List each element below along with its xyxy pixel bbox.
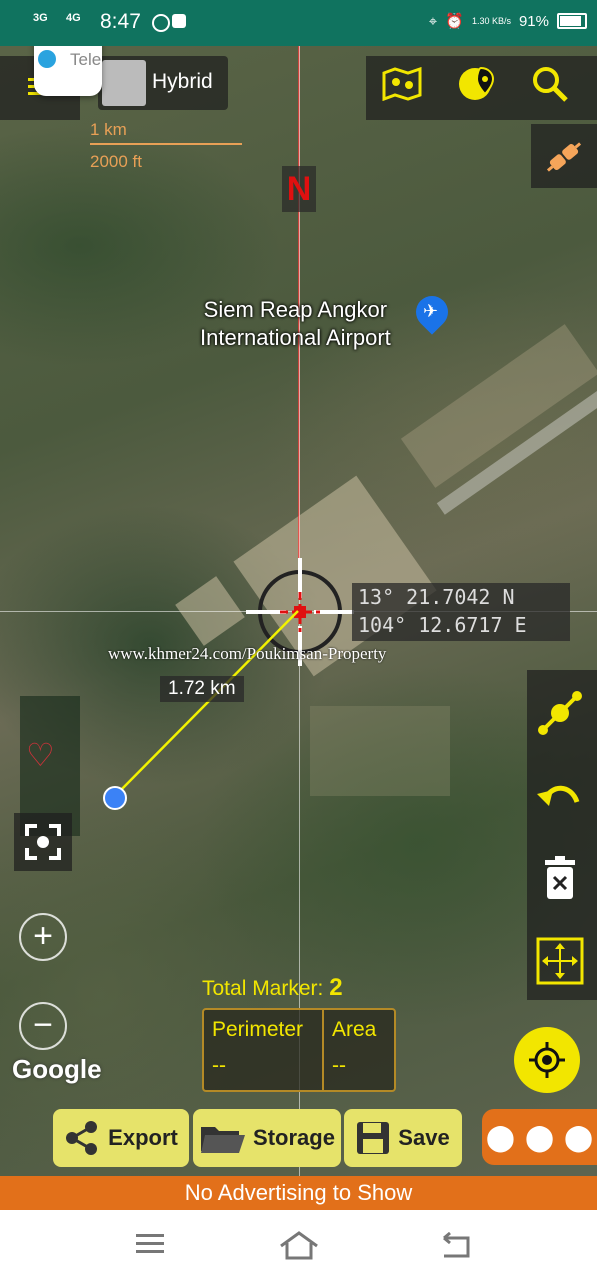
fit-screen-icon[interactable] — [533, 934, 587, 988]
bottom-toolbar: Export Storage Save ⬤ ⬤ ⬤ — [0, 1109, 597, 1169]
my-location-icon — [529, 1042, 565, 1078]
coords-display: 13° 21.7042 N 104° 12.6717 E — [352, 583, 570, 641]
latitude: 13° 21.7042 N — [358, 585, 515, 609]
storage-button[interactable]: Storage — [193, 1109, 341, 1167]
distance-label: 1.72 km — [160, 676, 244, 702]
marker-pin-icon: ⬤ — [485, 1121, 515, 1152]
ad-banner: No Advertising to Show — [0, 1176, 597, 1210]
zoom-in-button[interactable]: + — [19, 913, 67, 961]
total-marker: Total Marker: 2 — [202, 974, 343, 1002]
zoom-out-button[interactable]: − — [19, 1002, 67, 1050]
marker-pin-icon: ⬤ — [524, 1121, 555, 1152]
area-value: -- — [332, 1054, 346, 1077]
marker-point[interactable] — [103, 786, 127, 810]
status-right: ⌖ ⏰ 1.30 KB/s 91% — [429, 12, 587, 30]
markers-button[interactable]: ⬤ ⬤ ⬤ — [482, 1109, 597, 1165]
watermark: www.khmer24.com/Poukimsan-Property — [108, 644, 387, 663]
total-marker-value: 2 — [329, 974, 343, 1001]
connect-button[interactable] — [531, 124, 597, 188]
recent-apps-icon[interactable] — [136, 1234, 164, 1237]
battery-text: 91% — [518, 12, 549, 30]
notification-bubble[interactable]: Tele — [34, 46, 102, 96]
save-button[interactable]: Save — [344, 1109, 462, 1167]
screenshot-button[interactable] — [14, 813, 72, 871]
alarm-icon: ⏰ — [445, 13, 464, 30]
telegram-status-icon — [152, 14, 170, 32]
facebook-status-icon — [172, 14, 186, 28]
delete-icon[interactable] — [533, 851, 587, 905]
map-view[interactable]: N Siem Reap Angkor International Airport… — [0, 46, 597, 1176]
area-label: Area — [332, 1018, 377, 1041]
export-label: Export — [108, 1125, 178, 1150]
perimeter-label: Perimeter — [212, 1018, 304, 1041]
clock: 8:47 — [100, 10, 141, 33]
back-icon[interactable] — [440, 1232, 470, 1258]
folder-icon — [201, 1127, 246, 1153]
share-icon — [66, 1121, 98, 1155]
system-nav-bar — [0, 1210, 597, 1280]
stats-panel: Perimeter -- Area -- — [202, 1008, 396, 1092]
location-status-icon: ⌖ — [428, 12, 438, 30]
perimeter-value: -- — [212, 1054, 226, 1077]
map-type-button[interactable]: Hybrid — [98, 56, 228, 110]
notification-label: Tele — [70, 50, 102, 69]
battery-icon — [557, 13, 587, 29]
status-bar: 3G 4G 8:47 ⌖ ⏰ 1.30 KB/s 91% — [0, 0, 597, 46]
world-map-icon[interactable] — [380, 62, 424, 106]
map-layer-icon — [102, 60, 146, 106]
my-location-button[interactable] — [514, 1027, 580, 1093]
scale-bar — [90, 143, 242, 145]
net-speed: 1.30 KB/s — [471, 16, 511, 26]
export-button[interactable]: Export — [53, 1109, 189, 1167]
marker-pin-icon: ⬤ — [564, 1121, 594, 1152]
focus-frame-icon — [25, 824, 61, 860]
scale-km: 1 km — [90, 120, 127, 139]
storage-label: Storage — [253, 1125, 335, 1150]
longitude: 104° 12.6717 E — [358, 613, 527, 637]
favorite-heart-icon[interactable]: ♡ — [26, 736, 55, 774]
google-logo: Google — [12, 1054, 102, 1084]
total-marker-label: Total Marker: — [202, 977, 324, 1000]
network-3g: 3G — [33, 12, 48, 24]
scale-ft: 2000 ft — [90, 152, 142, 171]
network-4g: 4G — [66, 12, 81, 24]
map-type-label: Hybrid — [152, 70, 213, 93]
plug-icon — [546, 142, 582, 172]
save-label: Save — [398, 1125, 450, 1150]
geo-location-icon[interactable] — [455, 62, 499, 106]
home-icon[interactable] — [279, 1230, 319, 1260]
path-tool-icon[interactable] — [533, 686, 587, 740]
undo-icon[interactable] — [533, 769, 587, 823]
search-icon[interactable] — [528, 62, 572, 106]
telegram-icon — [38, 50, 56, 68]
floppy-disk-icon — [357, 1122, 390, 1154]
